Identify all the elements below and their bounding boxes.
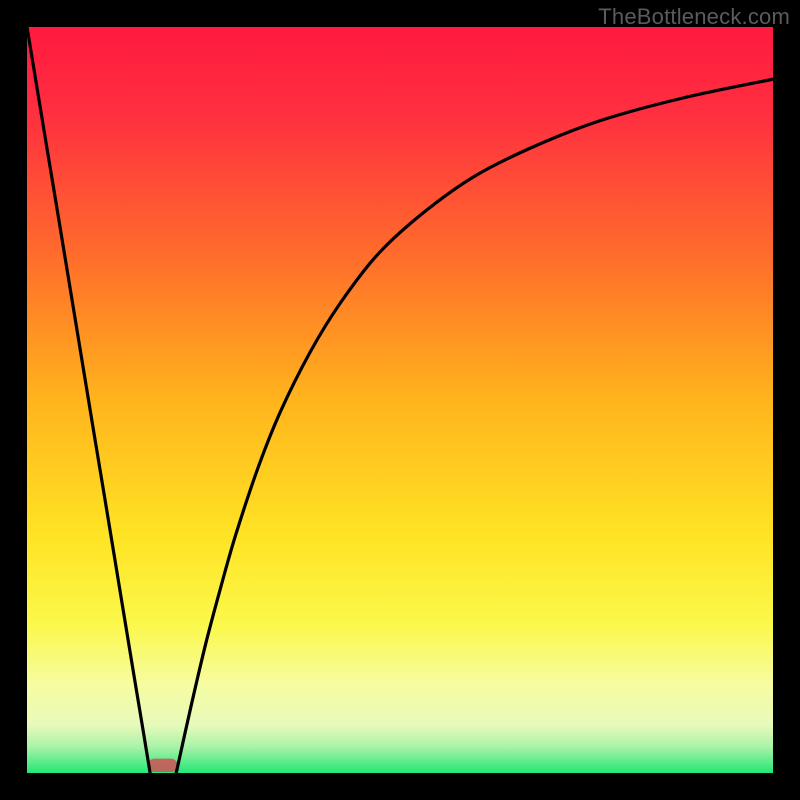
bottleneck-marker <box>148 759 178 772</box>
watermark-text: TheBottleneck.com <box>598 4 790 30</box>
gradient-background <box>27 27 773 773</box>
plot-area <box>27 27 773 773</box>
chart-svg <box>27 27 773 773</box>
chart-frame: TheBottleneck.com <box>0 0 800 800</box>
